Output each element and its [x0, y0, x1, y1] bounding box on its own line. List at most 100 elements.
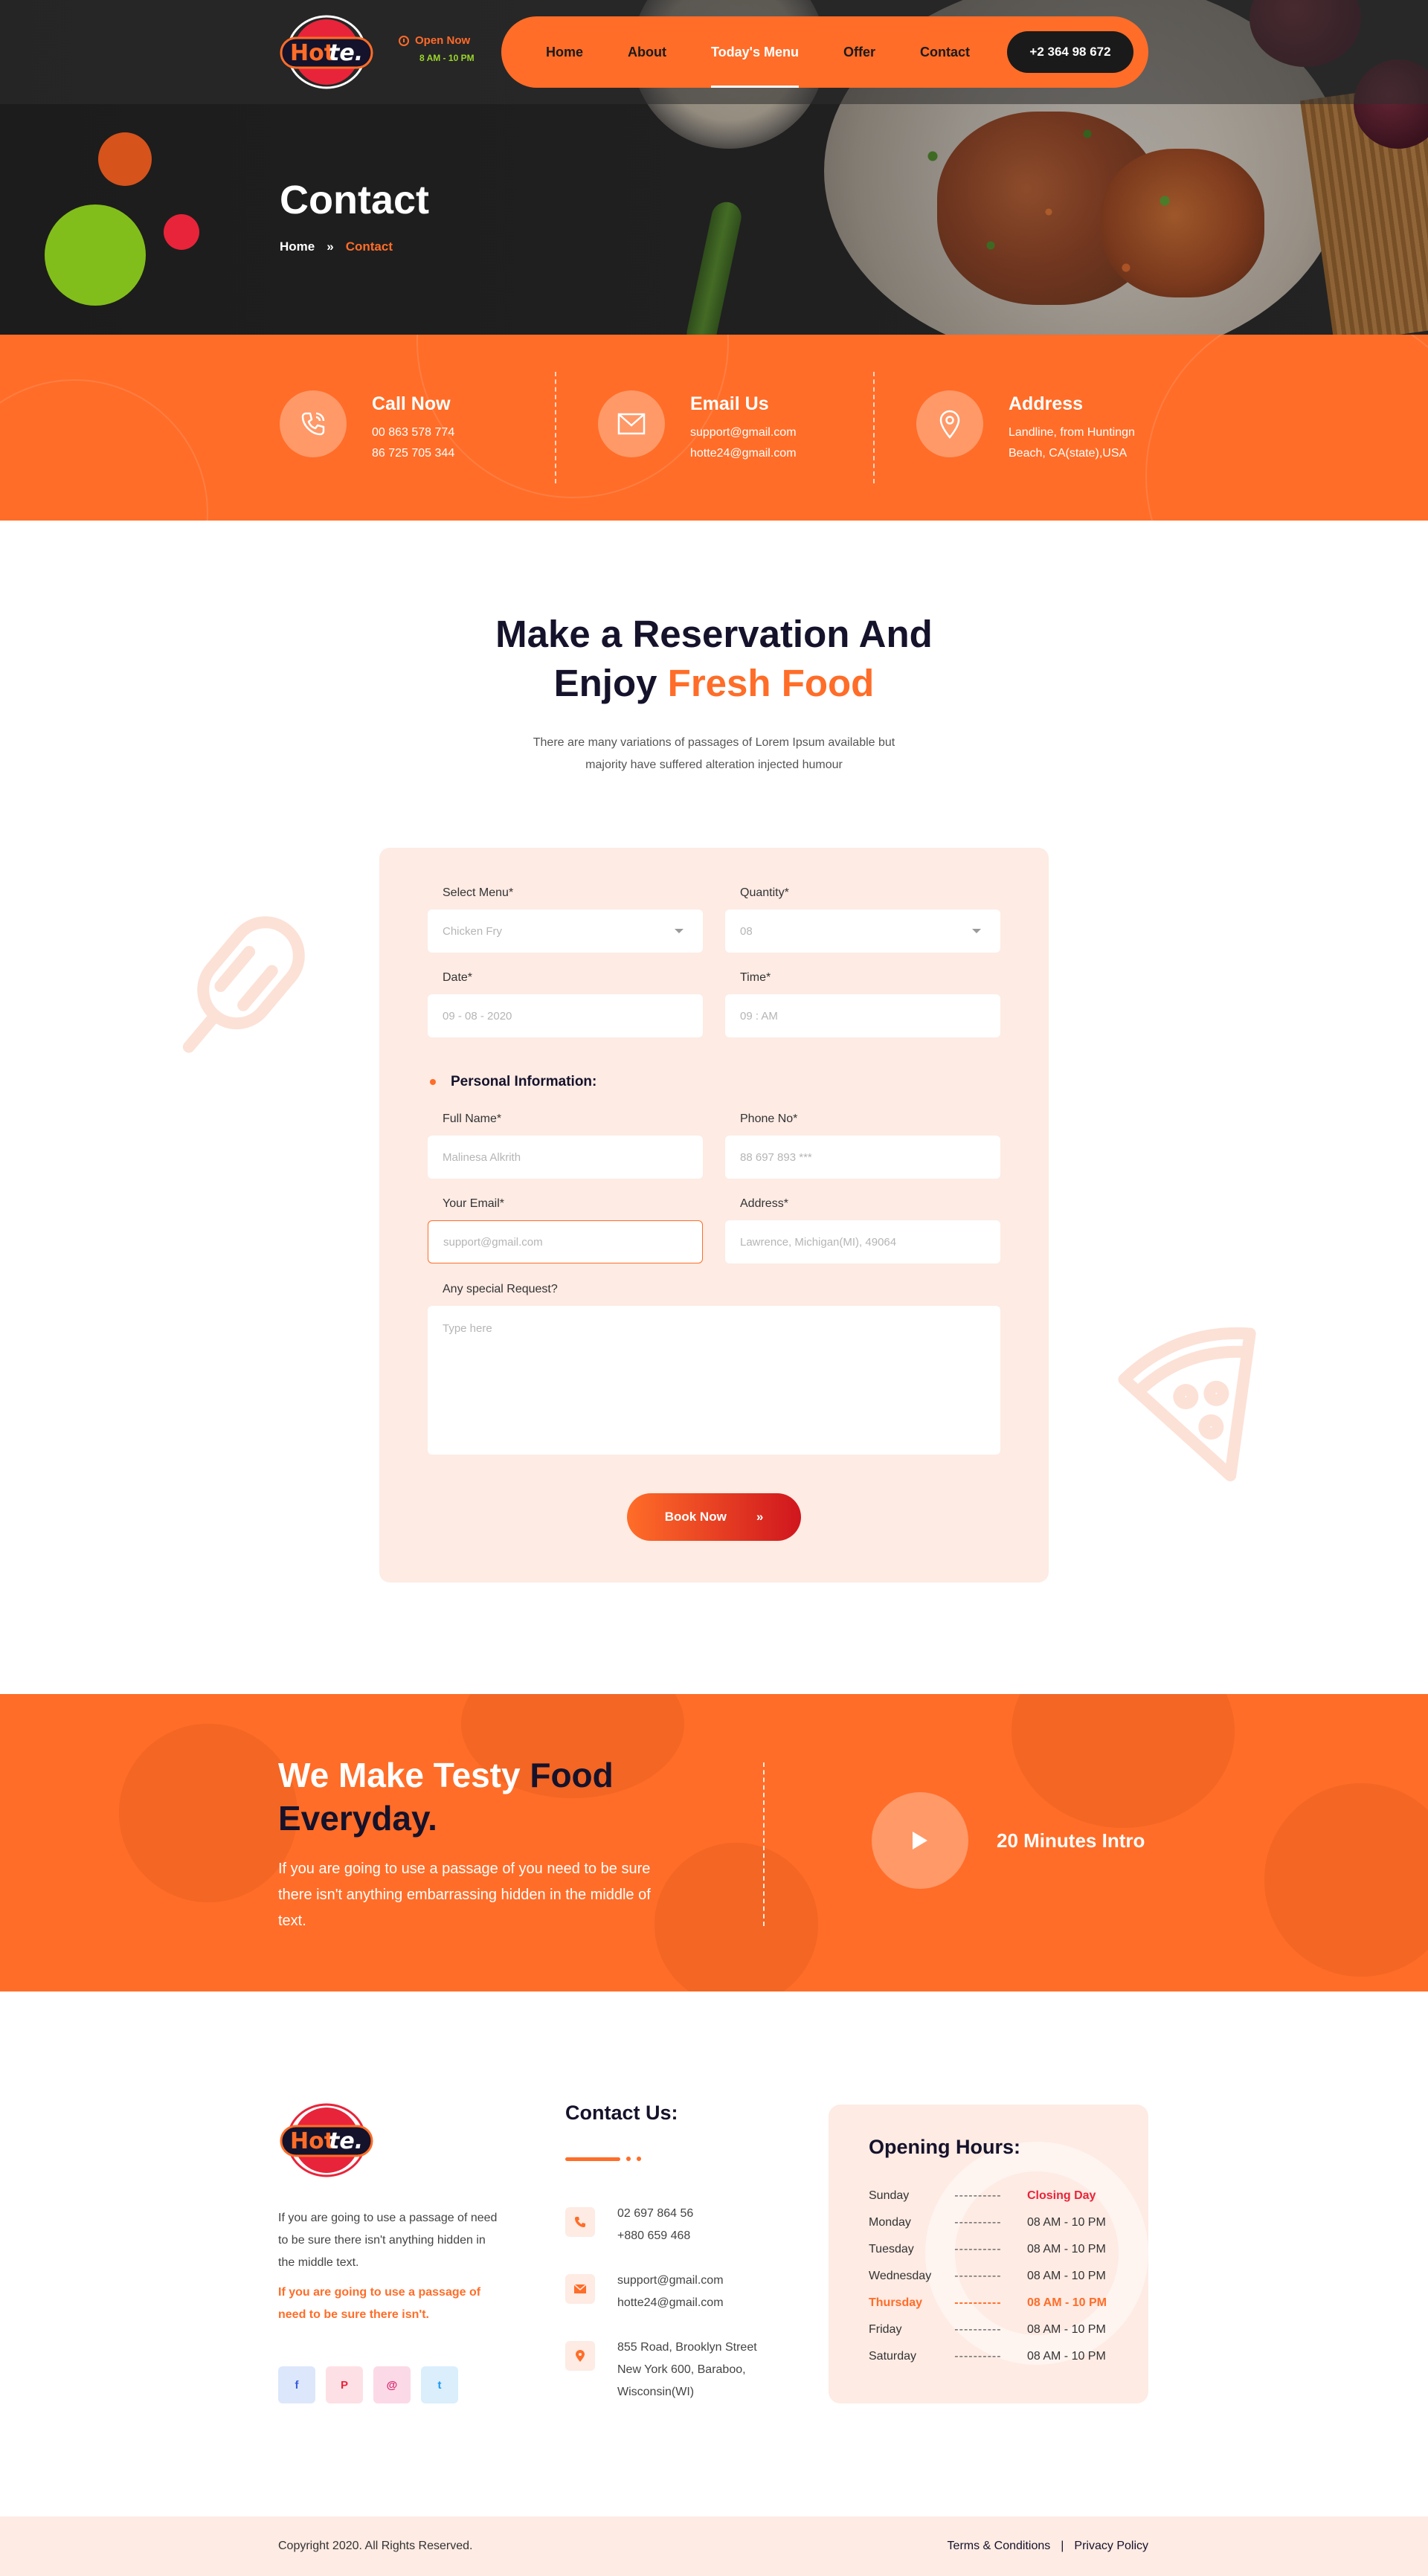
reservation-desc-line1: There are many variations of passages of…	[533, 736, 895, 749]
envelope-icon	[598, 390, 665, 457]
promo-title-b: Food	[530, 1756, 614, 1794]
email-field[interactable]: support@gmail.com	[428, 1220, 703, 1263]
menu-select-value: Chicken Fry	[443, 924, 503, 938]
phone-icon	[565, 2207, 595, 2237]
popsicle-icon	[182, 916, 305, 1053]
footer-contact-title: Contact Us:	[565, 2102, 678, 2124]
footer-address-3: Wisconsin(WI)	[617, 2386, 695, 2398]
nav-home[interactable]: Home	[546, 16, 583, 88]
decorative-food-shape	[1012, 1694, 1235, 1828]
footer-contact-phone: 02 697 864 56 +880 659 468	[565, 2203, 693, 2247]
map-pin-icon	[916, 390, 983, 457]
reservation-description: There are many variations of passages of…	[0, 732, 1428, 776]
info-email-line1[interactable]: support@gmail.com	[690, 426, 797, 439]
bullet-icon	[430, 1079, 436, 1085]
legal-separator: |	[1061, 2540, 1064, 2552]
reservation-desc-line2: majority have suffered alteration inject…	[585, 759, 843, 771]
opening-status: Open Now 8 AM - 10 PM	[399, 34, 475, 63]
breadcrumb-home[interactable]: Home	[280, 239, 315, 254]
footer-email-2[interactable]: hotte24@gmail.com	[617, 2296, 724, 2309]
terms-link[interactable]: Terms & Conditions	[948, 2540, 1051, 2553]
twitter-icon[interactable]: t	[421, 2366, 458, 2403]
opening-hours-card: Opening Hours: Sunday ---------- Closing D…	[829, 2105, 1148, 2403]
footer-contact-address: 855 Road, Brooklyn Street New York 600, B…	[565, 2337, 757, 2403]
nav-contact[interactable]: Contact	[920, 16, 970, 88]
privacy-link[interactable]: Privacy Policy	[1074, 2540, 1148, 2553]
hero-banner: Hot te. Open Now 8 AM - 10 PM Home About…	[0, 0, 1428, 335]
facebook-icon[interactable]: f	[278, 2366, 315, 2403]
promo-title-a: We Make Testy	[278, 1756, 530, 1794]
menu-label: Select Menu*	[443, 886, 514, 899]
reservation-heading: Make a Reservation And Enjoy Fresh Food	[0, 610, 1428, 708]
footer-email-1[interactable]: support@gmail.com	[617, 2274, 724, 2287]
divider	[763, 1762, 765, 1926]
phone-button[interactable]: +2 364 98 672	[1007, 31, 1133, 73]
email-label: Your Email*	[443, 1197, 505, 1210]
social-links: f P @ t	[278, 2366, 458, 2403]
video-label[interactable]: 20 Minutes Intro	[997, 1829, 1145, 1852]
date-label: Date*	[443, 971, 473, 984]
hours-row: Wednesday ---------- 08 AM - 10 PM	[869, 2270, 1106, 2282]
main-nav: Home About Today's Menu Offer Contact +2…	[501, 16, 1148, 88]
info-call: Call Now 00 863 578 774 86 725 705 344	[280, 390, 454, 464]
hours-row: Saturday ---------- 08 AM - 10 PM	[869, 2350, 1106, 2363]
map-pin-icon	[565, 2341, 595, 2371]
footer-address-1: 855 Road, Brooklyn Street	[617, 2341, 757, 2354]
instagram-icon[interactable]: @	[373, 2366, 411, 2403]
reservation-form	[379, 848, 1049, 1582]
divider	[555, 372, 556, 483]
time-input[interactable]: 09 : AM	[725, 994, 1000, 1037]
divider	[873, 372, 875, 483]
info-call-title: Call Now	[372, 393, 451, 414]
quantity-select[interactable]: 08	[725, 909, 1000, 953]
phone-input[interactable]: 88 697 893 ***	[725, 1136, 1000, 1179]
decorative-food-shape	[119, 1724, 298, 1902]
address-label: Address*	[740, 1197, 788, 1210]
hours-row: Tuesday ---------- 08 AM - 10 PM	[869, 2243, 1106, 2255]
quantity-select-value: 08	[740, 924, 753, 938]
special-request-label: Any special Request?	[443, 1283, 558, 1295]
nav-todays-menu[interactable]: Today's Menu	[711, 16, 799, 88]
decorative-swirl	[0, 379, 208, 521]
footer-about-text: If you are going to use a passage of nee…	[278, 2212, 498, 2269]
date-input[interactable]: 09 - 08 - 2020	[428, 994, 703, 1037]
title-underline	[565, 2157, 641, 2161]
breadcrumb: Home » Contact	[280, 239, 393, 254]
decorative-circle	[45, 205, 146, 306]
open-now-label: Open Now	[415, 34, 471, 47]
personal-info-title: Personal Information:	[451, 1074, 597, 1089]
copyright: Copyright 2020. All Rights Reserved.	[278, 2540, 473, 2552]
nav-offer[interactable]: Offer	[843, 16, 875, 88]
info-address-title: Address	[1009, 393, 1084, 414]
info-call-line1[interactable]: 00 863 578 774	[372, 426, 454, 439]
opening-hours-title: Opening Hours:	[869, 2136, 1020, 2158]
book-now-button[interactable]: Book Now »	[627, 1493, 801, 1541]
open-hours: 8 AM - 10 PM	[419, 53, 475, 63]
promo-banner: We Make Testy Food Everyday. If you are …	[0, 1694, 1428, 1991]
envelope-icon	[565, 2274, 595, 2304]
info-call-line2[interactable]: 86 725 705 344	[372, 447, 454, 460]
footer-logo[interactable]: Hot te.	[278, 2102, 375, 2179]
quantity-label: Quantity*	[740, 886, 789, 899]
info-email-line2[interactable]: hotte24@gmail.com	[690, 447, 797, 460]
menu-select[interactable]: Chicken Fry	[428, 909, 703, 953]
bottom-bar: Copyright 2020. All Rights Reserved. Ter…	[0, 2517, 1428, 2576]
breadcrumb-separator-icon: »	[327, 239, 334, 254]
special-request-textarea[interactable]: Type here	[428, 1306, 1000, 1455]
pinterest-icon[interactable]: P	[326, 2366, 363, 2403]
promo-description: If you are going to use a passage of you…	[278, 1861, 651, 1929]
footer-phone-1[interactable]: 02 697 864 56	[617, 2207, 693, 2220]
nav-about[interactable]: About	[628, 16, 666, 88]
time-label: Time*	[740, 971, 771, 984]
full-name-input[interactable]: Malinesa Alkrith	[428, 1136, 703, 1179]
footer-phone-2[interactable]: +880 659 468	[617, 2229, 690, 2242]
page-title: Contact	[280, 178, 429, 222]
info-address: Address Landline, from Huntingn Beach, CA…	[916, 390, 1135, 464]
play-video-button[interactable]	[872, 1792, 968, 1889]
info-email: Email Us support@gmail.com hotte24@gmail.…	[598, 390, 797, 464]
site-logo[interactable]: Hot te.	[278, 15, 375, 89]
phone-label: Phone No*	[740, 1112, 798, 1125]
reservation-heading-accent: Fresh Food	[667, 662, 875, 704]
address-input[interactable]: Lawrence, Michigan(MI), 49064	[725, 1220, 1000, 1263]
hours-row: Sunday ---------- Closing Day	[869, 2189, 1096, 2202]
